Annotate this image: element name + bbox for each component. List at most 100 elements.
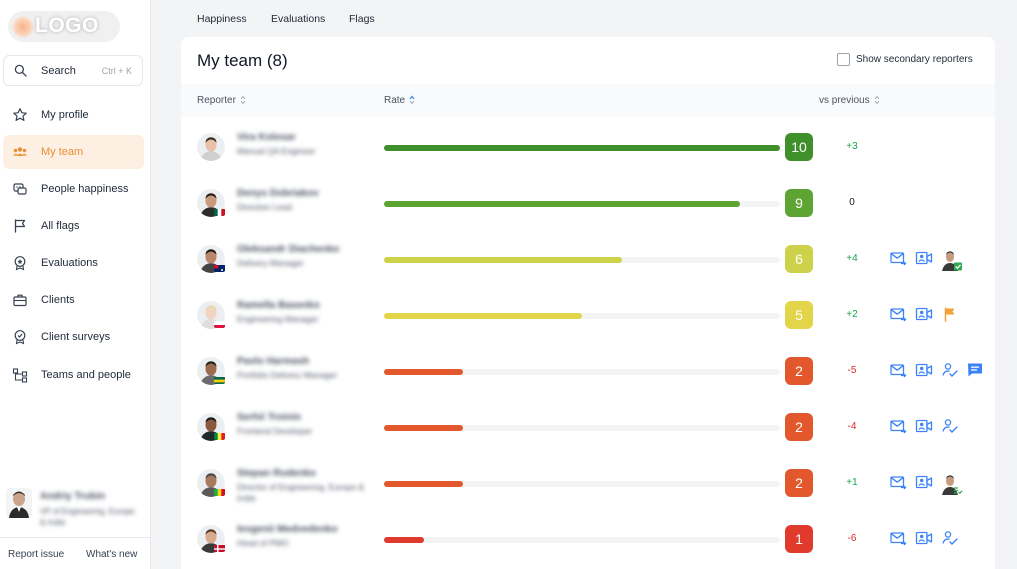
sidebar-item-my-team[interactable]: My team — [3, 135, 144, 169]
rate-bar — [384, 313, 780, 319]
sidebar-item-label: Clients — [41, 294, 75, 306]
country-flag-icon — [214, 432, 225, 440]
column-rate-label: Rate — [384, 95, 406, 106]
table-row[interactable]: Serhii Troinin Frontend Developer 2 -4 — [181, 399, 995, 455]
sidebar-item-clients[interactable]: Clients — [3, 283, 144, 317]
rate-bar-fill — [384, 481, 464, 487]
sidebar-item-label: Teams and people — [41, 369, 131, 381]
table-row[interactable]: Stepan Rudenko Director of Engineering, E… — [181, 455, 995, 511]
column-vs-previous[interactable]: vs previous — [819, 95, 880, 106]
table-row[interactable]: Pavlo Harmash Portfolio Delivery Manager 2… — [181, 343, 995, 399]
reporter-name: Denys Dobriakov — [237, 188, 319, 199]
rate-bar — [384, 145, 780, 151]
sidebar-item-label: My profile — [41, 109, 89, 121]
whats-new-link[interactable]: What's new — [86, 549, 137, 560]
reporter-role: Portfolio Delivery Manager — [237, 370, 338, 380]
report-issue-link[interactable]: Report issue — [8, 549, 64, 560]
reporter-role: Engineering Manager — [237, 314, 319, 324]
country-flag-icon — [214, 544, 225, 552]
logo-mark-icon — [12, 16, 34, 38]
video-call-icon[interactable] — [915, 361, 933, 379]
mail-icon[interactable] — [889, 473, 907, 491]
secondary-reporters-checkbox[interactable] — [837, 53, 850, 66]
video-call-icon[interactable] — [915, 305, 933, 323]
rate-bar — [384, 201, 780, 207]
row-actions — [889, 529, 989, 549]
avatar — [6, 488, 32, 518]
rate-bar — [384, 425, 780, 431]
reporter-name: Serhii Troinin — [237, 412, 301, 423]
reporter-name: Oleksandr Diachenko — [237, 244, 340, 255]
table-row[interactable]: Ramella Basenko Engineering Manager 5 +2 — [181, 287, 995, 343]
tab-evaluations[interactable]: Evaluations — [271, 13, 325, 25]
row-actions — [889, 249, 989, 271]
table-row[interactable]: Vira Kolosar Manual QA Engineer 10 +3 — [181, 119, 995, 175]
rate-bar-fill — [384, 369, 464, 375]
team-icon — [12, 147, 28, 156]
rate-badge: 9 — [785, 189, 813, 217]
rate-bar — [384, 537, 780, 543]
star-icon — [13, 108, 27, 121]
rate-badge: 1 — [785, 525, 813, 553]
page-title: My team (8) — [197, 51, 288, 70]
reviewer-avatar-list[interactable] — [941, 473, 963, 495]
mail-icon[interactable] — [889, 529, 907, 547]
column-reporter[interactable]: Reporter — [197, 95, 246, 106]
delta-value: +2 — [846, 309, 858, 320]
sidebar-item-label: Client surveys — [41, 331, 111, 343]
sidebar-item-label: All flags — [41, 220, 80, 232]
reporter-role: Frontend Developer — [237, 426, 313, 436]
rate-badge: 5 — [785, 301, 813, 329]
reviewer-avatar-checked[interactable] — [941, 249, 962, 271]
mail-icon[interactable] — [889, 417, 907, 435]
assign-icon[interactable] — [941, 529, 959, 547]
delta-value: +1 — [846, 477, 858, 488]
flag-orange-icon[interactable] — [941, 305, 959, 323]
rate-bar — [384, 481, 780, 487]
tab-flags[interactable]: Flags — [349, 13, 375, 25]
mail-icon[interactable] — [889, 305, 907, 323]
video-call-icon[interactable] — [915, 249, 933, 267]
reporter-name: Ramella Basenko — [237, 300, 320, 311]
row-actions — [889, 473, 989, 495]
table-row[interactable]: Denys Dobriakov Direction Lead 9 0 — [181, 175, 995, 231]
assign-icon[interactable] — [941, 417, 959, 435]
sidebar-item-my-profile[interactable]: My profile — [3, 98, 144, 132]
table-row[interactable]: Ievgenii Medvedenko Head of PMO 1 -6 — [181, 511, 995, 567]
rate-bar-fill — [384, 201, 741, 207]
row-actions — [889, 417, 989, 437]
sort-icon — [874, 95, 879, 105]
evaluation-icon — [14, 256, 26, 271]
sidebar-item-evaluations[interactable]: Evaluations — [3, 246, 144, 280]
reporter-role: Head of PMO — [237, 538, 289, 548]
country-flag-icon — [214, 208, 225, 216]
sidebar-item-client-surveys[interactable]: Client surveys — [3, 320, 144, 354]
flag-icon — [14, 219, 26, 233]
rate-badge: 6 — [785, 245, 813, 273]
comment-icon[interactable] — [966, 361, 984, 379]
logo[interactable]: LOGO — [8, 11, 120, 42]
rate-bar-fill — [384, 145, 780, 151]
column-rate[interactable]: Rate — [384, 95, 415, 106]
assign-icon[interactable] — [941, 361, 959, 379]
video-call-icon[interactable] — [915, 473, 933, 491]
briefcase-icon — [13, 294, 27, 307]
sidebar-item-teams-and-people[interactable]: Teams and people — [3, 358, 144, 392]
table-row[interactable]: Oleksandr Diachenko Delivery Manager 6 +4 — [181, 231, 995, 287]
rate-badge: 2 — [785, 469, 813, 497]
video-call-icon[interactable] — [915, 529, 933, 547]
video-call-icon[interactable] — [915, 417, 933, 435]
tab-happiness[interactable]: Happiness — [197, 13, 247, 25]
delta-value: -6 — [847, 533, 857, 544]
sidebar-item-people-happiness[interactable]: People happiness — [3, 172, 144, 206]
sidebar: LOGO Search Ctrl + K My profile My team Pe… — [0, 0, 151, 569]
hierarchy-icon — [12, 368, 28, 383]
column-reporter-label: Reporter — [197, 95, 236, 106]
sidebar-item-all-flags[interactable]: All flags — [3, 209, 144, 243]
search-button[interactable]: Search Ctrl + K — [3, 55, 143, 86]
logo-text: LOGO — [35, 14, 99, 37]
mail-icon[interactable] — [889, 361, 907, 379]
mail-icon[interactable] — [889, 249, 907, 267]
rate-badge: 10 — [785, 133, 813, 161]
avatar — [197, 133, 225, 161]
